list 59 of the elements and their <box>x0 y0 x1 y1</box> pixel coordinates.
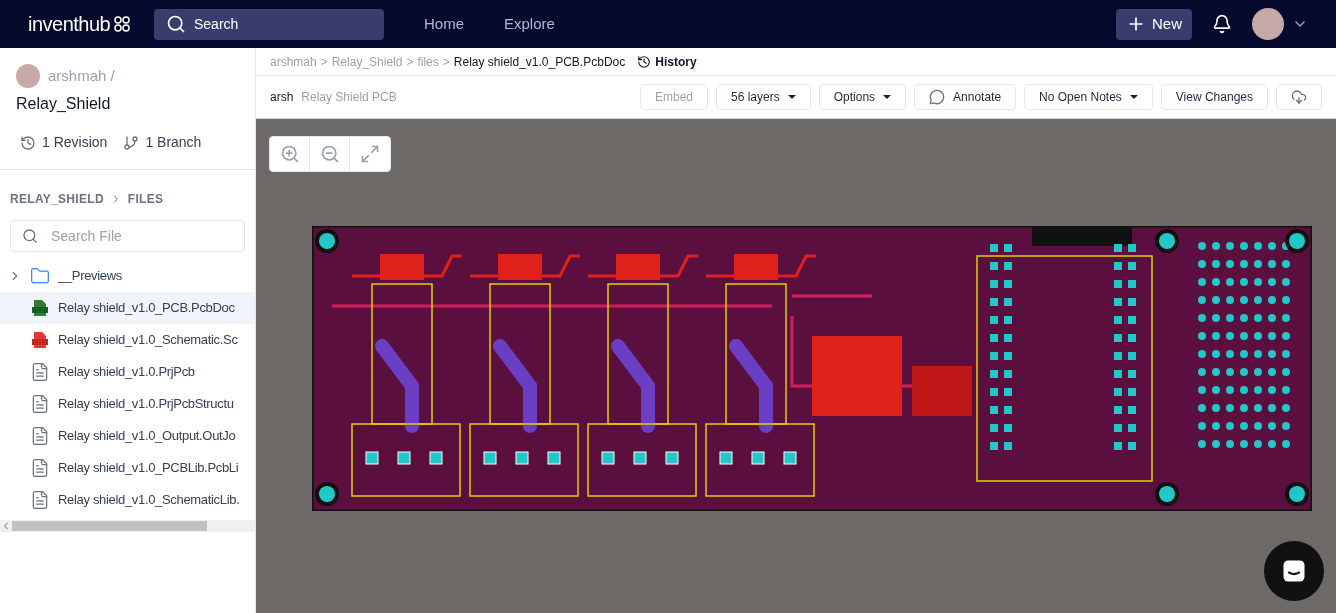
speech-bubble-icon <box>929 89 946 105</box>
nav-link[interactable]: Home <box>424 12 464 36</box>
breadcrumb-separator: > <box>442 53 450 71</box>
document-title: Relay Shield PCB <box>301 89 397 106</box>
dropdown-button[interactable]: Options <box>818 84 907 110</box>
file-search-field[interactable]: Search File <box>10 220 245 252</box>
horizontal-scrollbar[interactable] <box>0 520 255 532</box>
file-item[interactable]: Relay shield_v1.0_PCB.PcbDoc <box>0 292 255 324</box>
avatar[interactable] <box>1252 8 1284 40</box>
file-item[interactable]: Relay shield_v1.0_Output.OutJo <box>0 420 255 452</box>
zoom-out-icon <box>319 144 340 164</box>
file-item[interactable]: Relay shield_v1.0.PrjPcbStructu <box>0 388 255 420</box>
path-segment[interactable]: RELAY_SHIELD <box>10 190 104 208</box>
document-icon <box>30 458 50 478</box>
history-icon <box>20 134 36 151</box>
document-icon <box>30 490 50 510</box>
document-icon <box>30 394 50 414</box>
search-field[interactable]: Search <box>154 8 384 40</box>
download-button[interactable] <box>1276 84 1322 110</box>
folder-icon <box>30 266 50 286</box>
chat-button[interactable] <box>1264 541 1324 601</box>
branch-link[interactable]: 1 Branch <box>123 132 202 153</box>
file-item[interactable]: Relay shield_v1.0.PrjPcb <box>0 356 255 388</box>
zoom-in-icon <box>279 144 300 164</box>
caret-icon <box>1129 95 1138 99</box>
history-link[interactable]: History <box>637 52 697 71</box>
cloud-download-icon <box>1291 89 1307 105</box>
breadcrumb-separator: > <box>406 53 414 71</box>
current-file-name: Relay shield_v1.0_PCB.PcbDoc <box>453 53 626 71</box>
user-name: arsh <box>270 89 294 106</box>
branch-icon <box>123 134 140 151</box>
dropdown-button[interactable]: No Open Notes <box>1024 84 1153 110</box>
dropdown-button[interactable]: 56 layers <box>716 84 811 110</box>
breadcrumb-separator: > <box>320 53 328 71</box>
history-icon <box>637 54 652 69</box>
repository-name[interactable]: Relay_Shield <box>0 92 255 116</box>
logo[interactable]: inventhub <box>28 10 111 38</box>
file-item[interactable]: __Previews <box>0 260 255 292</box>
file-item[interactable]: Relay shield_v1.0_PCBLib.PcbLi <box>0 452 255 484</box>
new-button[interactable]: New <box>1116 8 1192 40</box>
scrollbar-thumb[interactable] <box>12 521 207 531</box>
schematic-file-icon <box>30 330 50 350</box>
caret-icon <box>883 95 892 99</box>
caret-icon <box>787 95 796 99</box>
logo-circles-icon <box>114 16 131 32</box>
revision-link[interactable]: 1 Revision <box>20 132 108 153</box>
annotate-button[interactable]: Annotate <box>914 84 1017 110</box>
expand-icon <box>360 144 380 164</box>
avatar <box>16 64 40 88</box>
path-segment[interactable]: FILES <box>127 190 164 208</box>
pcb-file-icon <box>30 298 50 318</box>
document-icon <box>30 362 50 382</box>
search-icon <box>22 228 38 244</box>
nav-link[interactable]: Explore <box>504 12 555 36</box>
document-icon <box>30 426 50 446</box>
file-item[interactable]: Relay shield_v1.0_Schematic.Sc <box>0 324 255 356</box>
toolbar-button[interactable]: View Changes <box>1160 84 1268 110</box>
file-item[interactable]: Relay shield_v1.0_SchematicLib. <box>0 484 255 516</box>
notification-bell-icon[interactable] <box>1212 14 1232 34</box>
